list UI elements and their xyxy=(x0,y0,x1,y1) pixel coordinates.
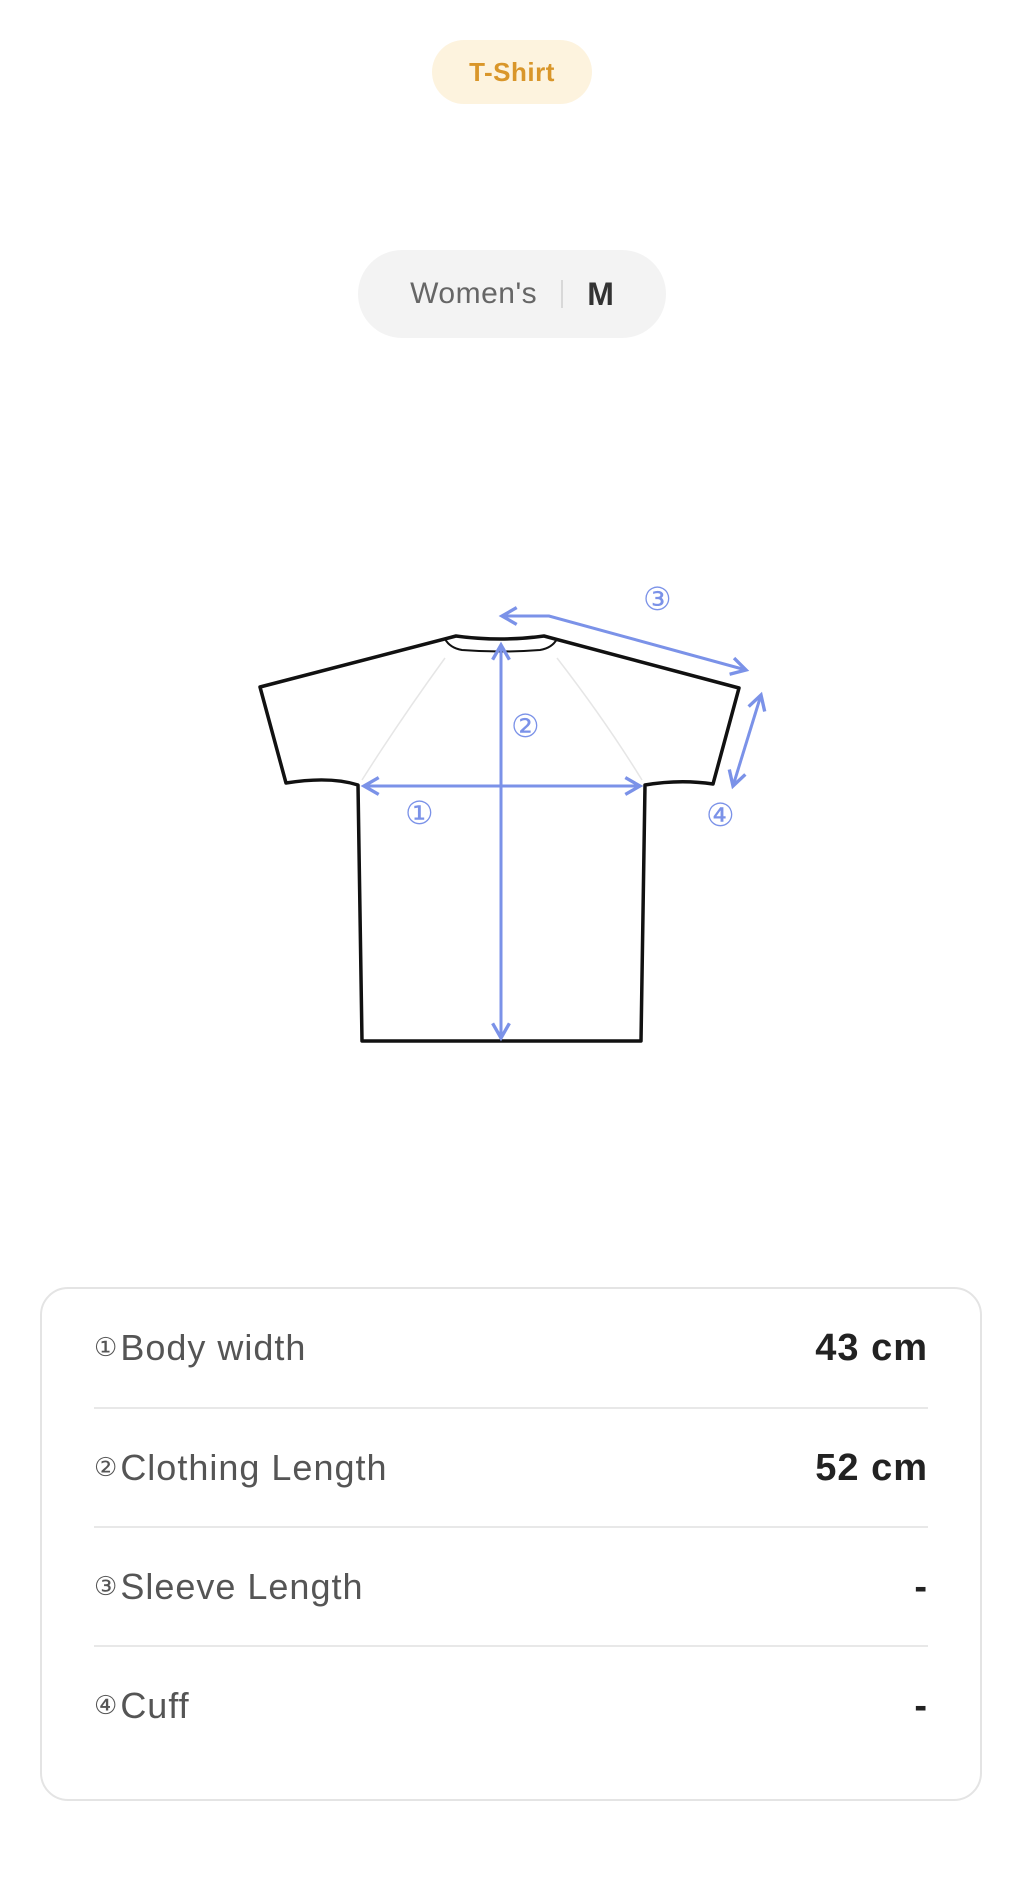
marker-clothing-length: ② xyxy=(511,707,540,745)
gender-label: Women's xyxy=(410,277,538,310)
measurement-row-body-width: ① Body width 43 cm xyxy=(94,1289,928,1407)
row-marker: ③ xyxy=(94,1572,119,1602)
row-value: 43 cm xyxy=(815,1326,928,1369)
measurement-row-sleeve-length: ③ Sleeve Length - xyxy=(94,1526,928,1646)
measurement-row-clothing-length: ② Clothing Length 52 cm xyxy=(94,1407,928,1527)
row-label: Clothing Length xyxy=(120,1447,388,1488)
row-label: Cuff xyxy=(120,1685,190,1726)
row-marker: ② xyxy=(94,1453,119,1483)
row-marker: ① xyxy=(94,1333,119,1363)
row-marker: ④ xyxy=(94,1691,119,1721)
row-value: 52 cm xyxy=(815,1446,928,1489)
marker-sleeve-length: ③ xyxy=(643,580,672,618)
row-label: Body width xyxy=(120,1327,307,1368)
marker-body-width: ① xyxy=(405,794,434,832)
measurement-row-cuff: ④ Cuff - xyxy=(94,1645,928,1765)
tshirt-measurement-diagram: ① ② ③ ④ xyxy=(258,580,767,1043)
cuff-arrow xyxy=(727,691,767,790)
size-selector[interactable]: Women's M xyxy=(358,250,666,338)
marker-cuff: ④ xyxy=(706,796,735,834)
measurement-table: ① Body width 43 cm ② Clothing Length 52 cm… xyxy=(40,1287,982,1801)
row-value: - xyxy=(914,1565,928,1608)
size-divider xyxy=(561,280,564,308)
category-tag: T-Shirt xyxy=(432,40,592,104)
row-value: - xyxy=(914,1684,928,1727)
row-label: Sleeve Length xyxy=(120,1566,364,1607)
size-value: M xyxy=(587,275,614,312)
